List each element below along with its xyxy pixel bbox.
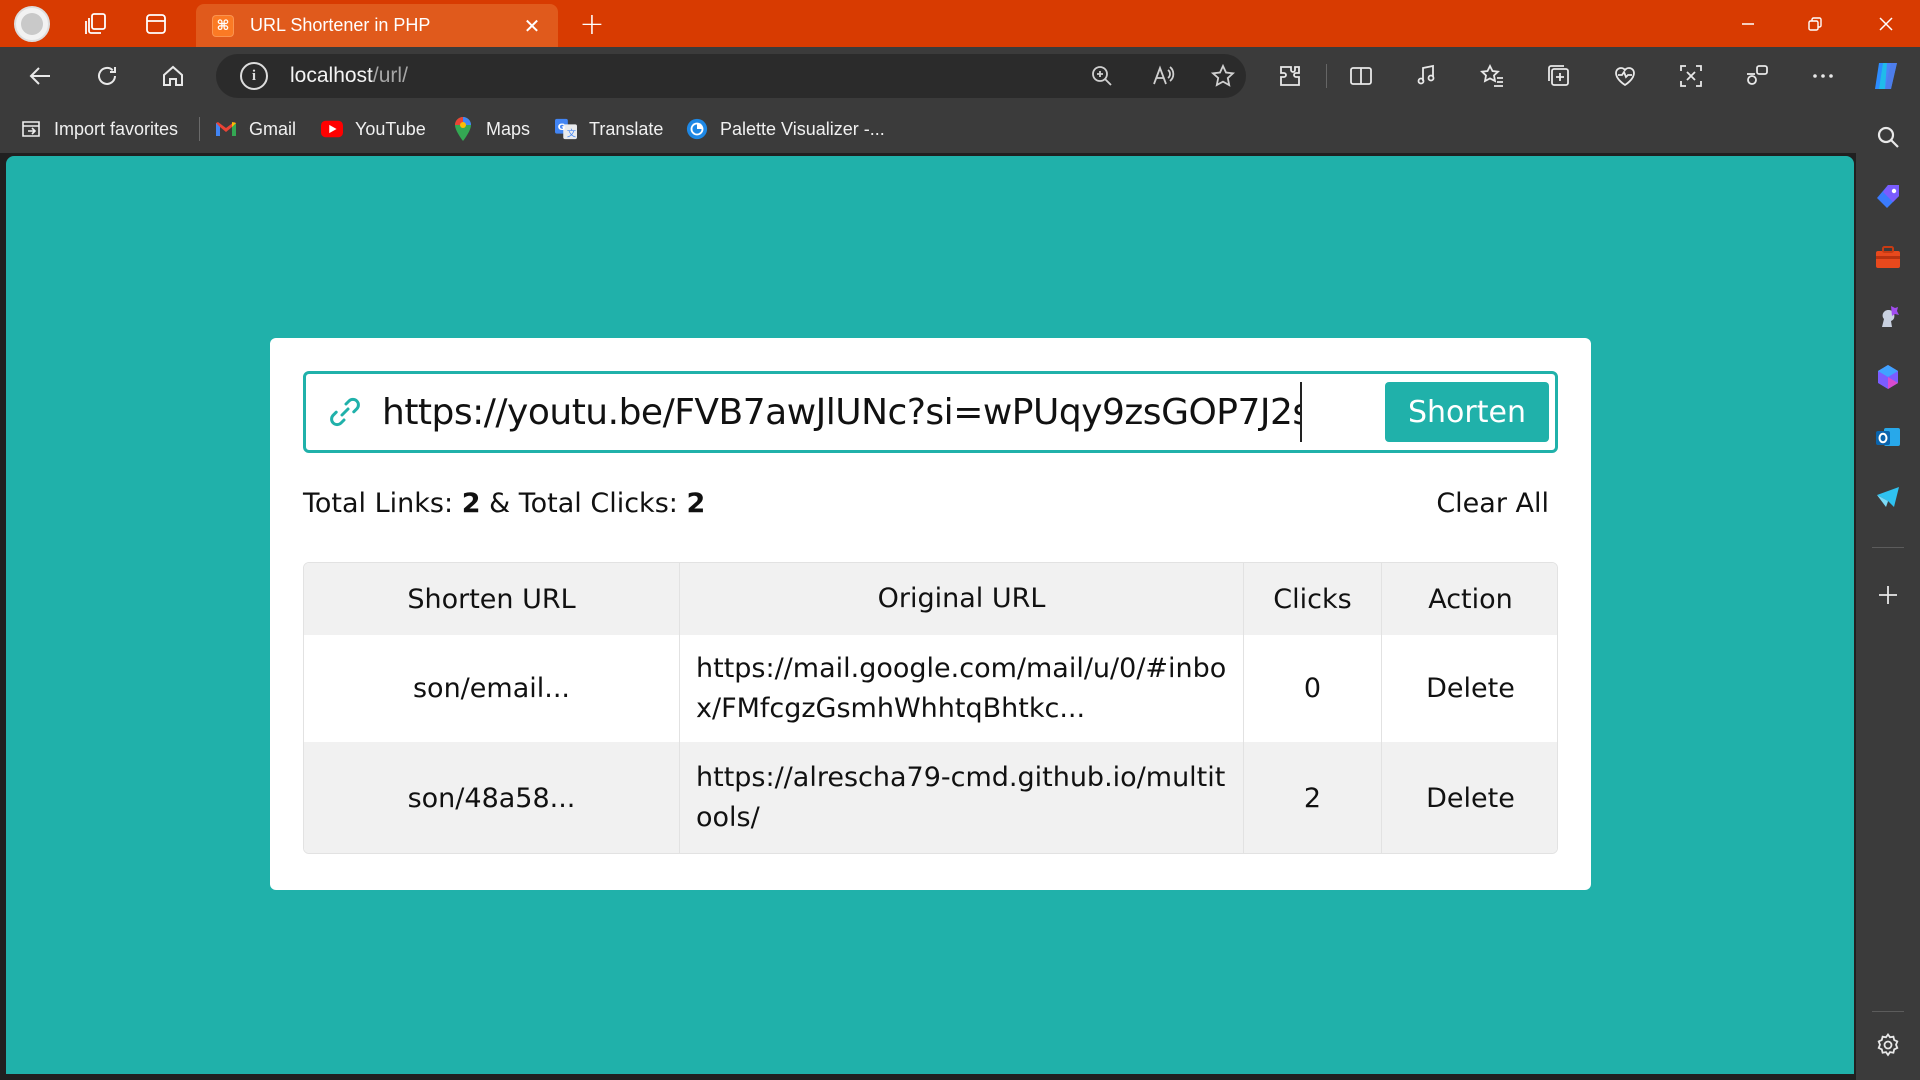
favorites-bar: Import favorites Gmail YouTube Maps G文 T… (0, 105, 1920, 153)
original-url-cell: https://alrescha79-cmd.github.io/multito… (680, 742, 1244, 853)
sidebar-settings-gear-icon[interactable] (1868, 1025, 1908, 1065)
total-links-label: Total Links: (303, 488, 462, 519)
favorites-icon[interactable] (1472, 55, 1514, 97)
tools-briefcase-icon[interactable] (1868, 237, 1908, 277)
urls-table: Shorten URL Original URL Clicks Action s… (303, 562, 1558, 854)
bookmark-label: Translate (589, 118, 664, 139)
address-path: /url/ (372, 64, 408, 87)
page-viewport: Shorten Total Links: 2 & Total Clicks: 2… (6, 156, 1854, 1074)
bookmark-maps[interactable]: Maps (452, 105, 530, 153)
bookmark-import-favorites[interactable]: Import favorites (20, 105, 178, 153)
link-icon (324, 391, 366, 433)
bookmark-separator (199, 117, 200, 141)
table-header-row: Shorten URL Original URL Clicks Action (304, 563, 1557, 635)
tab-title: URL Shortener in PHP (250, 15, 431, 35)
back-icon[interactable] (20, 55, 62, 97)
bookmark-label: Import favorites (54, 118, 179, 139)
copilot-icon[interactable] (1865, 55, 1907, 97)
restore-icon[interactable] (1782, 0, 1848, 47)
total-clicks-value: 2 (686, 488, 706, 519)
zoom-icon[interactable] (1080, 54, 1124, 98)
minimize-icon[interactable] (1715, 0, 1781, 47)
delete-link-button[interactable]: Delete (1382, 742, 1557, 853)
table-row: son/email... https://mail.google.com/mai… (304, 635, 1557, 742)
bookmark-label: Gmail (249, 118, 297, 139)
browser-essentials-icon[interactable] (1604, 55, 1646, 97)
read-aloud-icon[interactable] (1141, 54, 1185, 98)
screenshot-icon[interactable] (1670, 55, 1712, 97)
site-info-icon[interactable]: i (240, 62, 268, 90)
bookmark-youtube[interactable]: YouTube (321, 105, 426, 153)
workspaces-icon[interactable] (76, 0, 116, 47)
delete-link-button[interactable]: Delete (1382, 635, 1557, 742)
navigation-toolbar: i localhost/url/ (0, 47, 1920, 105)
title-bar: ⌘ URL Shortener in PHP ✕ + (0, 0, 1920, 47)
games-icon[interactable] (1868, 297, 1908, 337)
extensions-icon[interactable] (1269, 55, 1311, 97)
svg-text:文: 文 (567, 127, 576, 139)
close-tab-icon[interactable]: ✕ (520, 14, 544, 38)
shopping-tag-icon[interactable] (1868, 177, 1908, 217)
toolbar-divider (1326, 64, 1327, 88)
clicks-count-cell: 0 (1244, 635, 1382, 742)
shorten-form: Shorten (303, 371, 1558, 453)
telegram-send-icon[interactable] (1868, 477, 1908, 517)
edge-sidebar (1856, 105, 1920, 1080)
favorite-star-icon[interactable] (1201, 54, 1245, 98)
short-url-link[interactable]: son/email... (304, 635, 680, 742)
gmail-icon (215, 118, 237, 140)
bookmark-palette-visualizer[interactable]: Palette Visualizer -... (686, 105, 885, 153)
column-header-shorten-url: Shorten URL (304, 563, 680, 635)
bookmark-label: YouTube (355, 118, 426, 139)
import-favorites-icon (20, 118, 42, 140)
total-links-value: 2 (461, 488, 481, 519)
search-icon[interactable] (1868, 117, 1908, 157)
youtube-icon (321, 118, 343, 140)
svg-text:G: G (558, 122, 566, 133)
short-url-link[interactable]: son/48a58... (304, 742, 680, 853)
more-options-icon[interactable] (1802, 55, 1844, 97)
xampp-favicon-icon: ⌘ (212, 14, 234, 37)
stats-summary: Total Links: 2 & Total Clicks: 2 (303, 488, 705, 519)
address-bar[interactable]: i localhost/url/ (216, 54, 1246, 98)
performance-icon[interactable] (1736, 55, 1778, 97)
refresh-icon[interactable] (86, 55, 128, 97)
url-shortener-card: Shorten Total Links: 2 & Total Clicks: 2… (270, 338, 1591, 890)
media-control-icon[interactable] (1406, 55, 1448, 97)
bookmark-translate[interactable]: G文 Translate (555, 105, 663, 153)
column-header-original-url: Original URL (680, 563, 1244, 635)
shorten-button[interactable]: Shorten (1385, 382, 1549, 442)
new-tab-icon[interactable]: + (574, 6, 610, 42)
maps-icon (452, 117, 474, 141)
original-url-cell: https://mail.google.com/mail/u/0/#inbox/… (680, 635, 1244, 742)
clicks-count-cell: 2 (1244, 742, 1382, 853)
palette-visualizer-icon (686, 118, 708, 140)
split-screen-icon[interactable] (1340, 55, 1382, 97)
column-header-clicks: Clicks (1244, 563, 1382, 635)
add-sidebar-app-icon[interactable] (1868, 575, 1908, 615)
avatar-image (21, 13, 43, 35)
address-host: localhost (290, 64, 373, 87)
microsoft-365-icon[interactable] (1868, 357, 1908, 397)
vertical-tabs-icon[interactable] (136, 0, 176, 47)
stats-joiner: & (480, 488, 519, 519)
url-input[interactable] (382, 382, 1302, 442)
outlook-icon[interactable] (1868, 417, 1908, 457)
active-tab[interactable]: ⌘ URL Shortener in PHP ✕ (196, 4, 558, 47)
home-icon[interactable] (152, 55, 194, 97)
total-clicks-label: Total Clicks: (518, 488, 687, 519)
table-row: son/48a58... https://alrescha79-cmd.gith… (304, 742, 1557, 853)
close-window-icon[interactable] (1853, 0, 1919, 47)
bookmark-label: Palette Visualizer -... (720, 118, 885, 139)
sidebar-divider (1872, 547, 1904, 548)
column-header-action: Action (1428, 583, 1513, 615)
translate-icon: G文 (555, 118, 577, 140)
bookmark-label: Maps (486, 118, 531, 139)
sidebar-divider (1872, 1011, 1904, 1012)
bookmark-gmail[interactable]: Gmail (215, 105, 296, 153)
profile-avatar[interactable] (14, 6, 50, 42)
collections-icon[interactable] (1538, 55, 1580, 97)
clear-all-button[interactable]: Clear All (1436, 488, 1549, 519)
